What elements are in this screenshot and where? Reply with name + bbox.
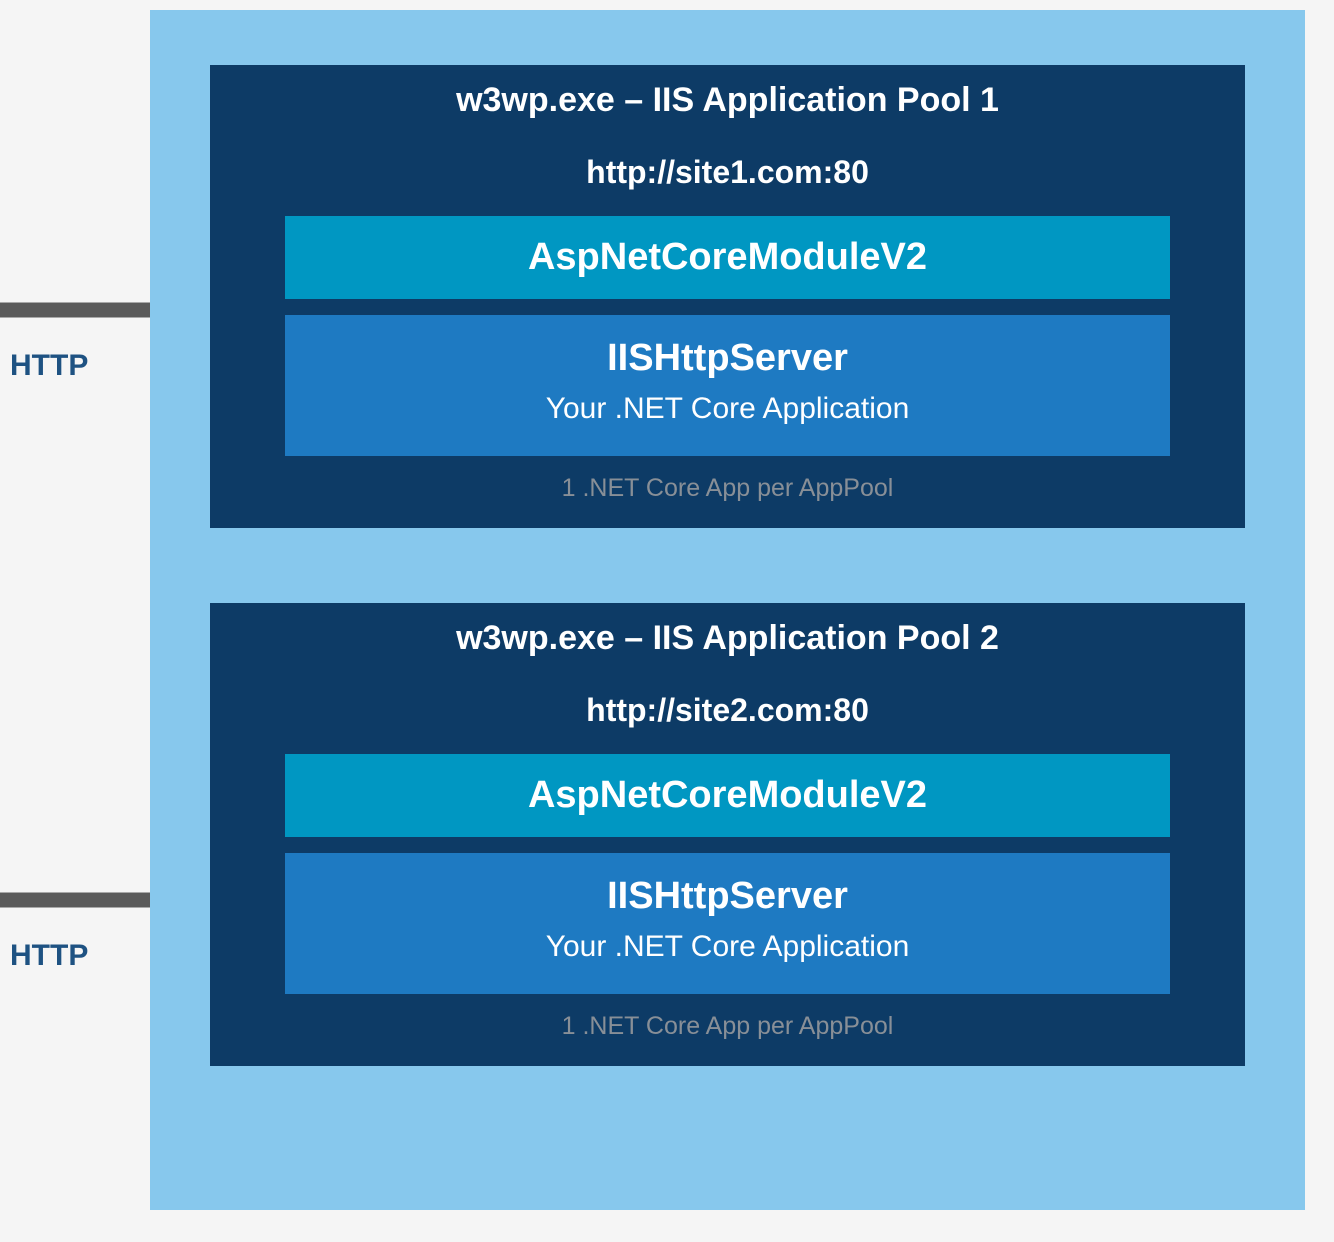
pool-2-url: http://site2.com:80: [285, 674, 1170, 754]
app-pool-2: w3wp.exe – IIS Application Pool 2 http:/…: [210, 603, 1245, 1066]
pool-2-server-sub: Your .NET Core Application: [285, 930, 1170, 964]
pool-2-server-title: IISHttpServer: [285, 875, 1170, 918]
pool-2-body: http://site2.com:80 AspNetCoreModuleV2 I…: [210, 674, 1245, 1041]
pool-1-server-title: IISHttpServer: [285, 337, 1170, 380]
pool-2-module: AspNetCoreModuleV2: [285, 754, 1170, 837]
pool-1-module: AspNetCoreModuleV2: [285, 216, 1170, 299]
pool-1-footnote: 1 .NET Core App per AppPool: [285, 474, 1170, 503]
pool-2-footnote: 1 .NET Core App per AppPool: [285, 1012, 1170, 1041]
pool-1-body: http://site1.com:80 AspNetCoreModuleV2 I…: [210, 136, 1245, 503]
iis-container: w3wp.exe – IIS Application Pool 1 http:/…: [150, 10, 1305, 1210]
pool-2-header: w3wp.exe – IIS Application Pool 2: [210, 603, 1245, 674]
pool-1-header: w3wp.exe – IIS Application Pool 1: [210, 65, 1245, 136]
pool-1-server: IISHttpServer Your .NET Core Application: [285, 315, 1170, 456]
pool-1-server-sub: Your .NET Core Application: [285, 392, 1170, 426]
pool-2-server: IISHttpServer Your .NET Core Application: [285, 853, 1170, 994]
pool-1-url: http://site1.com:80: [285, 136, 1170, 216]
app-pool-1: w3wp.exe – IIS Application Pool 1 http:/…: [210, 65, 1245, 528]
